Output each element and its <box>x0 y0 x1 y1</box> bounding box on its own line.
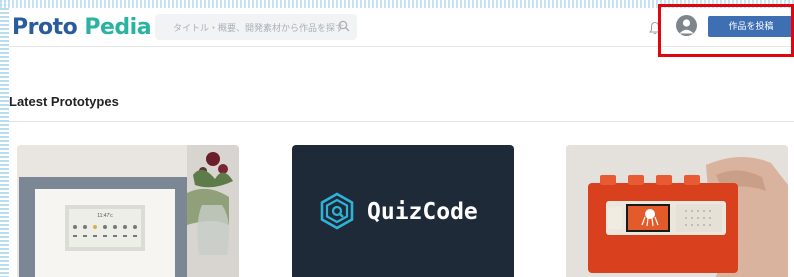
section-title: Latest Prototypes <box>9 94 119 109</box>
svg-text:11:47'c: 11:47'c <box>97 213 113 219</box>
prototype-card[interactable]: QuizCode <box>292 145 514 277</box>
prototype-card[interactable] <box>566 145 788 277</box>
search-placeholder: タイトル・概要、開発素材から作品を探す <box>173 23 345 33</box>
quizcode-logo-text: QuizCode <box>367 199 478 225</box>
protopedia-logo[interactable]: Proto Pedia <box>12 15 152 43</box>
search-icon[interactable] <box>338 20 350 32</box>
section-divider <box>9 121 794 122</box>
quizcode-logo-icon <box>320 192 354 230</box>
logo-proto: Proto <box>12 15 85 40</box>
prototype-thumbnail: 11:47'c <box>17 145 239 277</box>
prototype-card[interactable]: 11:47'c <box>17 145 239 277</box>
search-input[interactable]: タイトル・概要、開発素材から作品を探す <box>155 14 357 40</box>
logo-pedia: Pedia <box>84 15 152 40</box>
prototype-thumbnail <box>566 145 788 277</box>
left-border-decoration <box>0 0 9 277</box>
annotation-highlight-box <box>658 4 794 57</box>
